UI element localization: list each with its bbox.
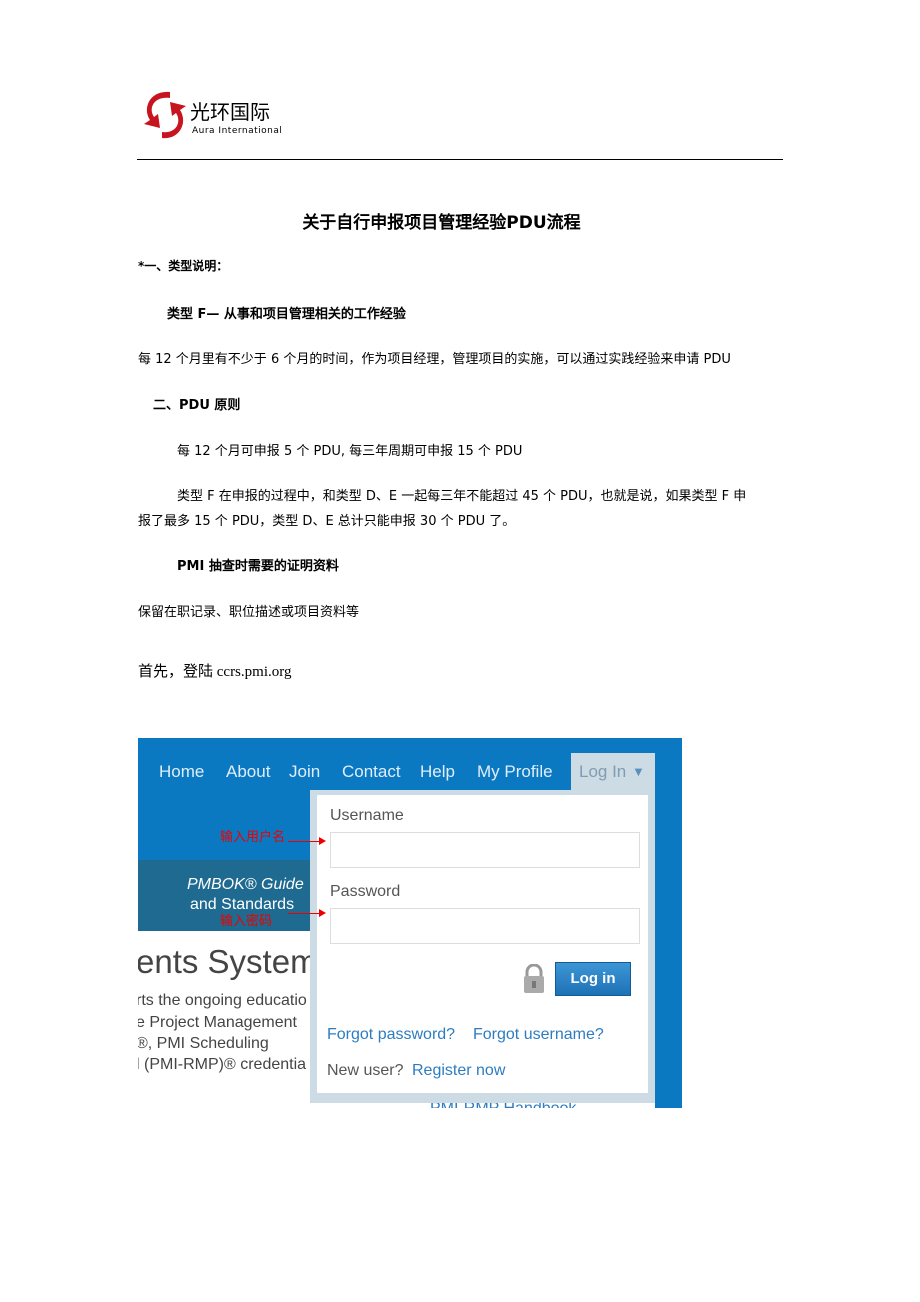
- login-tab[interactable]: Log In ▼: [571, 753, 655, 793]
- section-3-text: 保留在职记录、职位描述或项目资料等: [138, 605, 360, 620]
- nav-join[interactable]: Join: [289, 762, 320, 782]
- arrow-right-icon: [288, 909, 326, 917]
- body-line-2: e Project Management: [138, 1014, 297, 1031]
- login-screenshot: Home About Join Contact Help My Profile …: [138, 738, 682, 1108]
- section-3-heading: PMI 抽查时需要的证明资料: [177, 559, 339, 574]
- nav-my-profile[interactable]: My Profile: [477, 762, 553, 782]
- logo-swirl-icon: [144, 91, 186, 139]
- nav-help[interactable]: Help: [420, 762, 455, 782]
- page-heading: ents System: [138, 943, 318, 980]
- section-1-subheading: 类型 F— 从事和项目管理相关的工作经验: [167, 307, 406, 322]
- section-2-para-2b: 报了最多 15 个 PDU，类型 D、E 总计只能申报 30 个 PDU 了。: [138, 514, 516, 529]
- lock-icon: [524, 964, 544, 993]
- section-1-text: 每 12 个月里有不少于 6 个月的时间，作为项目经理，管理项目的实施，可以通过…: [138, 352, 731, 367]
- logo-en: Aura International: [192, 126, 283, 136]
- register-link[interactable]: Register now: [412, 1062, 505, 1080]
- doc-title: 关于自行申报项目管理经验PDU流程: [302, 213, 581, 233]
- arrow-right-icon: [288, 837, 326, 845]
- section-1-heading: *一、类型说明：: [138, 259, 229, 273]
- new-user-text: New user?: [327, 1062, 404, 1079]
- forgot-username-link[interactable]: Forgot username?: [473, 1026, 604, 1044]
- logo: 光环国际 Aura International: [140, 84, 300, 152]
- header-rule: [137, 159, 783, 160]
- logo-cn: 光环国际: [190, 100, 270, 124]
- password-input[interactable]: [330, 908, 640, 944]
- banner-line-1: PMBOK® Guide: [187, 876, 304, 893]
- step-1-text: 首先，登陆 ccrs.pmi.org: [138, 664, 292, 680]
- right-band: [655, 738, 682, 1108]
- document-page: 光环国际 Aura International 关于自行申报项目管理经验PDU流…: [0, 0, 920, 1302]
- section-2-heading: 二、PDU 原则: [153, 398, 241, 413]
- body-line-1: rts the ongoing educatio: [138, 992, 307, 1009]
- login-tab-label: Log In: [579, 762, 627, 781]
- chevron-down-icon: ▼: [632, 764, 645, 779]
- section-2-para-1: 每 12 个月可申报 5 个 PDU, 每三年周期可申报 15 个 PDU: [177, 444, 523, 459]
- body-line-3: ®, PMI Scheduling: [138, 1035, 269, 1052]
- nav-contact[interactable]: Contact: [342, 762, 401, 782]
- body-line-4: l (PMI-RMP)® credentia: [138, 1056, 307, 1073]
- nav-about[interactable]: About: [226, 762, 270, 782]
- login-button[interactable]: Log in: [555, 962, 631, 996]
- username-label: Username: [330, 807, 404, 824]
- annotation-username: 输入用户名: [220, 829, 286, 844]
- username-input[interactable]: [330, 832, 640, 868]
- annotation-password: 输入密码: [220, 913, 273, 928]
- nav-home[interactable]: Home: [159, 762, 204, 782]
- section-2-para-2a: 类型 F 在申报的过程中，和类型 D、E 一起每三年不能超过 45 个 PDU，…: [177, 489, 747, 504]
- forgot-password-link[interactable]: Forgot password?: [327, 1026, 455, 1044]
- password-label: Password: [330, 883, 401, 900]
